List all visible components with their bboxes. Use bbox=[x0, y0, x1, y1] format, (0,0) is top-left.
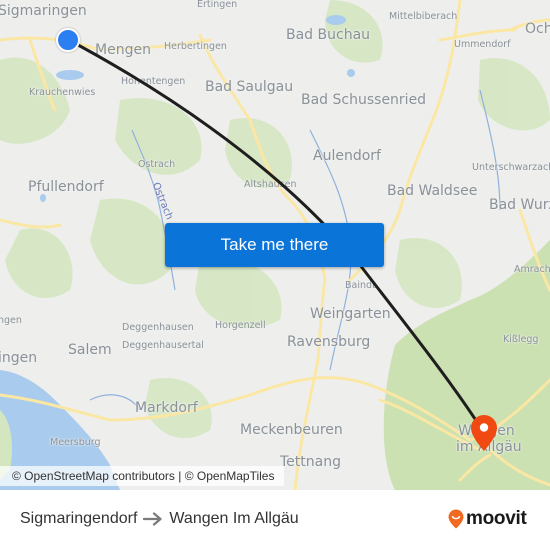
moovit-logo[interactable]: moovit bbox=[448, 507, 527, 531]
origin-dot-icon[interactable] bbox=[56, 28, 80, 52]
brand-name: moovit bbox=[466, 508, 527, 529]
map-pin-icon[interactable] bbox=[470, 414, 498, 452]
map-attribution[interactable]: © OpenStreetMap contributors | © OpenMap… bbox=[0, 466, 285, 486]
footer: Sigmaringendorf Wangen Im Allgäu moovit bbox=[0, 490, 550, 550]
arrow-right-icon bbox=[143, 512, 163, 526]
take-me-there-button[interactable]: Take me there bbox=[165, 223, 384, 267]
route-summary: Sigmaringendorf Wangen Im Allgäu bbox=[20, 510, 299, 528]
map[interactable]: Sigmaringen Mengen Bad Buchau Bad Saulgau Ba… bbox=[0, 0, 550, 490]
moovit-pin-icon bbox=[448, 509, 464, 529]
destination-name: Wangen Im Allgäu bbox=[169, 510, 299, 527]
origin-name: Sigmaringendorf bbox=[20, 510, 138, 527]
